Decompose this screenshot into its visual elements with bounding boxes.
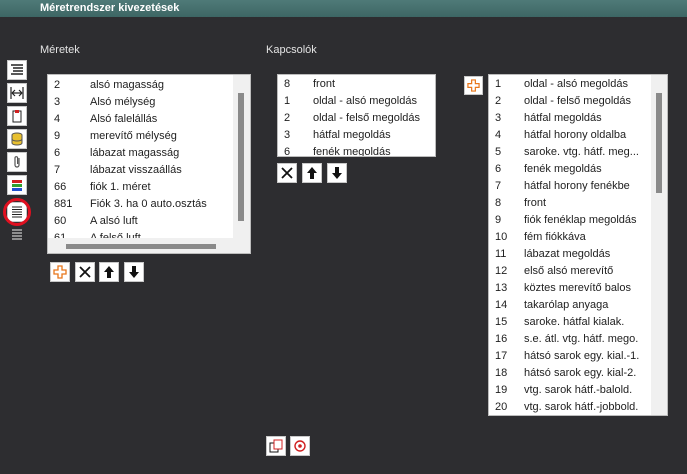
meretek-row-label: Fiók 3. ha 0 auto.osztás [90, 198, 207, 210]
option-row-label: oldal - felső megoldás [524, 95, 632, 107]
option-row-number: 12 [495, 265, 508, 277]
meretek-row-number: 6 [54, 147, 61, 159]
option-row-number: 1 [495, 78, 502, 90]
option-row-number: 18 [495, 367, 508, 379]
option-row-label: fiók fenéklap megoldás [524, 214, 637, 226]
option-row-label: hátsó sarok egy. kial-2. [524, 367, 637, 379]
meretek-row-number: 9 [54, 130, 61, 142]
meretek-row-label: lábazat visszaállás [90, 164, 182, 176]
list-lines-gray-icon[interactable] [7, 226, 27, 242]
option-row-number: 3 [495, 112, 502, 124]
option-row-number: 13 [495, 282, 508, 294]
option-row-label: s.e. átl. vtg. hátf. mego. [524, 333, 639, 345]
meretek-row-label: fiók 1. méret [90, 181, 151, 193]
option-row-label: vtg. sarok hátf.-balold. [524, 384, 633, 396]
meretek-row-label: merevítő mélység [90, 130, 177, 142]
move-up-button[interactable] [99, 262, 119, 282]
meretek-row-number: 881 [54, 198, 73, 210]
options-listbox[interactable]: 1 oldal - alsó megoldás 2 oldal - felső meg… [488, 74, 668, 416]
meretek-row-label: lábazat magasság [90, 147, 180, 159]
meretek-label: Méretek [40, 44, 80, 56]
delete-button[interactable] [75, 262, 95, 282]
meretek-row-number: 2 [54, 79, 61, 91]
option-row-label: saroke. hátfal kialak. [524, 316, 625, 328]
copy-button[interactable] [266, 436, 286, 456]
option-row-number: 9 [495, 214, 502, 226]
kapcsolo-move-down-button[interactable] [327, 163, 347, 183]
meretek-row-label: alsó magasság [90, 79, 164, 91]
option-row-number: 19 [495, 384, 508, 396]
meretek-horizontal-scrollbar[interactable] [48, 238, 233, 253]
meretek-vertical-scrollbar[interactable] [233, 75, 250, 238]
meretek-listbox[interactable]: 2 alsó magasság 3 Alsó mélység 4 Alsó falelál… [47, 74, 251, 254]
option-row-number: 10 [495, 231, 508, 243]
move-down-button[interactable] [124, 262, 144, 282]
meretek-hscroll-thumb[interactable] [66, 244, 216, 249]
options-scroll-thumb[interactable] [656, 93, 662, 193]
kapcsolo-row-label: oldal - felső megoldás [313, 112, 421, 124]
option-row-label: köztes merevítő balos [524, 282, 631, 294]
add-kapcsolo-button[interactable] [464, 76, 483, 95]
document-red-icon[interactable] [7, 106, 27, 126]
kapcsolok-label: Kapcsolók [266, 44, 317, 56]
option-row-label: fenék megoldás [524, 163, 602, 175]
option-row-label: hátsó sarok egy. kial.-1. [524, 350, 640, 362]
option-row-label: takarólap anyaga [524, 299, 609, 311]
meretek-row-number: 66 [54, 181, 67, 193]
option-row-number: 14 [495, 299, 508, 311]
kapcsolo-row-label: oldal - alsó megoldás [313, 95, 417, 107]
kapcsolo-row-number: 6 [284, 146, 291, 157]
meretek-row-label: Alsó falelállás [90, 113, 158, 125]
meretek-scroll-thumb[interactable] [238, 93, 244, 221]
kapcsolo-row-number: 1 [284, 95, 291, 107]
kapcsolo-row-number: 3 [284, 129, 291, 141]
option-row-label: fém fiókkáva [524, 231, 586, 243]
option-row-label: front [524, 197, 547, 209]
option-row-number: 16 [495, 333, 508, 345]
option-row-label: első alsó merevítő [524, 265, 614, 277]
option-row-number: 17 [495, 350, 508, 362]
option-row-number: 20 [495, 401, 508, 413]
meretek-row-label: A alsó luft [90, 215, 138, 227]
kapcsolo-delete-button[interactable] [277, 163, 297, 183]
paperclip-icon[interactable] [7, 152, 27, 172]
options-vertical-scrollbar[interactable] [651, 75, 667, 415]
highlight-circle [3, 198, 31, 226]
window-title: Méretrendszer kivezetések [0, 0, 687, 17]
tree-view-icon[interactable] [7, 60, 27, 80]
option-row-number: 15 [495, 316, 508, 328]
scroll-corner [233, 238, 250, 253]
kapcsolo-row-label: front [313, 78, 336, 90]
option-row-label: hátfal horony fenékbe [524, 180, 630, 192]
option-row-number: 8 [495, 197, 502, 209]
target-button[interactable] [290, 436, 310, 456]
kapcsolo-row-label: hátfal megoldás [313, 129, 391, 141]
option-row-label: hátfal horony oldalba [524, 129, 627, 141]
option-row-label: saroke. vtg. hátf. meg... [524, 146, 639, 158]
meretek-row-label: Alsó mélység [90, 96, 156, 108]
kapcsolok-listbox[interactable]: 8 front 1 oldal - alsó megoldás 2 oldal - fel… [277, 74, 436, 157]
meretek-row-number: 7 [54, 164, 61, 176]
kapcsolo-move-up-button[interactable] [302, 163, 322, 183]
meretek-row-number: 3 [54, 96, 61, 108]
database-icon[interactable] [7, 129, 27, 149]
option-row-number: 4 [495, 129, 502, 141]
option-row-label: oldal - alsó megoldás [524, 78, 628, 90]
option-row-number: 6 [495, 163, 502, 175]
option-row-number: 5 [495, 146, 502, 158]
meretek-row-number: 4 [54, 113, 61, 125]
option-row-number: 2 [495, 95, 502, 107]
kapcsolo-row-number: 2 [284, 112, 291, 124]
option-row-label: vtg. sarok hátf.-jobbold. [524, 401, 639, 413]
dimension-arrows-icon[interactable] [7, 83, 27, 103]
color-bars-icon[interactable] [7, 175, 27, 195]
add-button[interactable] [50, 262, 70, 282]
option-row-number: 7 [495, 180, 502, 192]
option-row-label: hátfal megoldás [524, 112, 602, 124]
kapcsolo-row-number: 8 [284, 78, 291, 90]
kapcsolo-row-label: fenék megoldás [313, 146, 391, 157]
option-row-label: lábazat megoldás [524, 248, 611, 260]
meretek-row-number: 60 [54, 215, 67, 227]
option-row-number: 11 [495, 248, 507, 260]
